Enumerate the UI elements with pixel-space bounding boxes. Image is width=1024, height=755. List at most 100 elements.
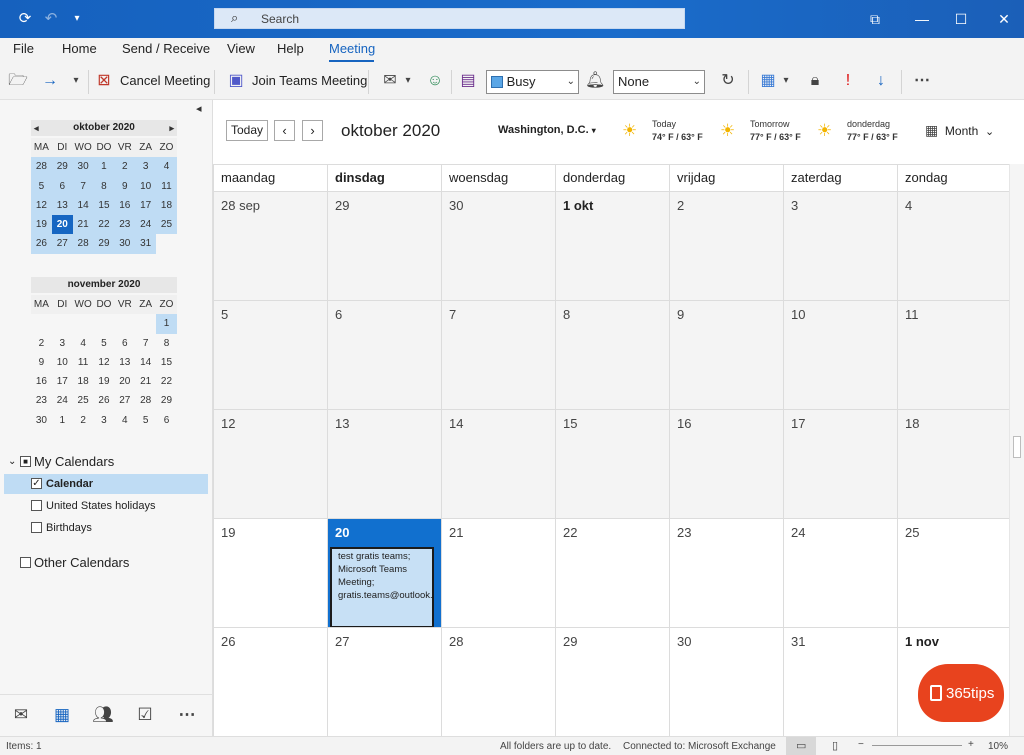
mini-day[interactable]: 22 (156, 372, 177, 391)
mini-day[interactable]: 1 (52, 411, 73, 430)
mini-day[interactable]: 19 (94, 372, 115, 391)
day-cell[interactable]: 23 (669, 518, 783, 627)
mini-day[interactable]: 10 (135, 176, 157, 196)
day-cell[interactable]: 29 (327, 191, 441, 300)
day-cell[interactable]: 9 (669, 300, 783, 409)
mini-day[interactable]: 24 (135, 215, 157, 235)
day-cell[interactable]: 26 (213, 627, 327, 736)
close-icon[interactable]: ✕ (990, 9, 1018, 29)
day-cell[interactable]: 20 test gratis teams; Microsoft Teams Mee… (327, 518, 441, 628)
cancel-meeting-button[interactable]: Cancel Meeting (120, 72, 210, 92)
mini-day[interactable]: 17 (135, 195, 157, 216)
minimize-icon[interactable]: — (908, 9, 936, 29)
day-cell[interactable]: 17 (783, 409, 897, 518)
day-cell[interactable]: 11 (897, 300, 1009, 409)
chevron-down-icon[interactable]: ▾ (66, 71, 86, 91)
day-cell[interactable]: 5 (213, 300, 327, 409)
email-attendees-icon[interactable]: ✉ (380, 71, 400, 91)
day-cell[interactable]: 31 (783, 627, 897, 736)
other-calendars-checkbox[interactable] (20, 557, 31, 568)
mini-day[interactable]: 23 (114, 215, 136, 235)
mini-day[interactable]: 3 (52, 334, 73, 353)
restore-icon[interactable]: ⧉ (861, 9, 889, 29)
day-cell[interactable]: 22 (555, 518, 669, 627)
mini-day[interactable]: 29 (156, 391, 177, 410)
day-cell[interactable]: 30 (441, 191, 555, 300)
mini-day[interactable]: 7 (72, 176, 94, 196)
mini-day[interactable]: 12 (31, 195, 52, 216)
mini-day[interactable]: 11 (73, 353, 94, 372)
mini-day[interactable]: 5 (31, 176, 52, 196)
day-cell[interactable]: 16 (669, 409, 783, 518)
collapse-pane-icon[interactable]: ◂ (196, 102, 202, 115)
us-holidays-item[interactable]: United States holidays (0, 496, 208, 516)
zoom-out-icon[interactable]: − (858, 739, 864, 750)
day-cell[interactable]: 15 (555, 409, 669, 518)
mini-day[interactable]: 27 (51, 234, 73, 254)
mail-icon[interactable]: ✉ (8, 705, 34, 725)
mini-day[interactable]: 25 (73, 391, 94, 410)
mini-day[interactable]: 18 (156, 195, 177, 216)
sync-icon[interactable]: ⟳ (14, 9, 36, 29)
mini-day[interactable]: 27 (114, 391, 135, 410)
vertical-scrollbar[interactable] (1009, 164, 1024, 736)
categorize-icon[interactable]: ▦ (758, 71, 778, 91)
mini-day[interactable]: 21 (135, 372, 156, 391)
today-button[interactable]: Today (226, 120, 268, 141)
menu-file[interactable]: File (13, 41, 34, 56)
mini-day[interactable]: 29 (51, 157, 73, 177)
mini-day[interactable]: 8 (156, 334, 177, 353)
day-cell[interactable]: 27 (327, 627, 441, 736)
mini-day[interactable]: 14 (72, 195, 94, 216)
other-calendars-group[interactable]: Other Calendars (0, 553, 208, 573)
customize-icon[interactable]: ▾ (66, 9, 88, 29)
mini-day[interactable]: 16 (31, 372, 52, 391)
scrollbar-thumb[interactable] (1013, 436, 1021, 458)
view-select[interactable]: ▦ Month ⌄ (925, 122, 994, 139)
day-cell[interactable]: 4 (897, 191, 1009, 300)
chevron-down-icon[interactable]: ▾ (776, 71, 796, 91)
mini-day[interactable]: 15 (93, 195, 115, 216)
mini-day[interactable]: 28 (31, 157, 52, 177)
day-cell[interactable]: 14 (441, 409, 555, 518)
private-lock-icon[interactable]: 🔒︎ (805, 71, 825, 91)
mini-day[interactable]: 24 (52, 391, 73, 410)
mini-day[interactable]: 6 (114, 334, 135, 353)
more-options-icon[interactable]: ⋯ (912, 71, 932, 91)
prev-month-button[interactable]: ‹ (274, 120, 295, 141)
mini-day[interactable]: 5 (135, 411, 156, 430)
mini-day[interactable]: 21 (72, 215, 94, 235)
mini-day[interactable]: 13 (114, 353, 135, 372)
my-calendars-group[interactable]: ⌄ ■ My Calendars (0, 452, 208, 472)
undo-icon[interactable]: ↶ (40, 9, 62, 29)
day-cell[interactable]: 2 (669, 191, 783, 300)
mini-day[interactable]: 22 (93, 215, 115, 235)
mini-day[interactable]: 5 (94, 334, 115, 353)
chevron-down-icon[interactable]: ▾ (398, 71, 418, 91)
birthdays-item[interactable]: Birthdays (0, 518, 208, 538)
mini-day[interactable]: 6 (51, 176, 73, 196)
more-apps-icon[interactable]: ⋯ (174, 705, 200, 725)
day-cell[interactable]: 28 sep (213, 191, 327, 300)
day-cell[interactable]: 3 (783, 191, 897, 300)
mini-day[interactable]: 3 (135, 157, 157, 177)
mini-day[interactable]: 9 (114, 176, 136, 196)
people-icon[interactable]: 👥︎ (90, 705, 116, 725)
day-cell[interactable]: 30 (669, 627, 783, 736)
mini-day[interactable]: 31 (135, 234, 157, 254)
day-cell[interactable]: 8 (555, 300, 669, 409)
high-importance-icon[interactable]: ! (838, 71, 858, 91)
reminder-select[interactable]: None ⌄ (613, 70, 705, 94)
my-calendars-checkbox[interactable]: ■ (20, 456, 31, 467)
mini-day[interactable]: 26 (94, 391, 115, 410)
mini-day[interactable]: 2 (73, 411, 94, 430)
mini-day[interactable]: 23 (31, 391, 52, 410)
mini-day[interactable]: 7 (135, 334, 156, 353)
mini-day[interactable]: 19 (31, 215, 52, 235)
mini-day[interactable]: 9 (31, 353, 52, 372)
menu-view[interactable]: View (227, 41, 255, 56)
menu-help[interactable]: Help (277, 41, 304, 56)
forward-icon[interactable]: → (40, 71, 60, 91)
tasks-icon[interactable]: ☑ (132, 705, 158, 725)
day-cell[interactable]: 29 (555, 627, 669, 736)
